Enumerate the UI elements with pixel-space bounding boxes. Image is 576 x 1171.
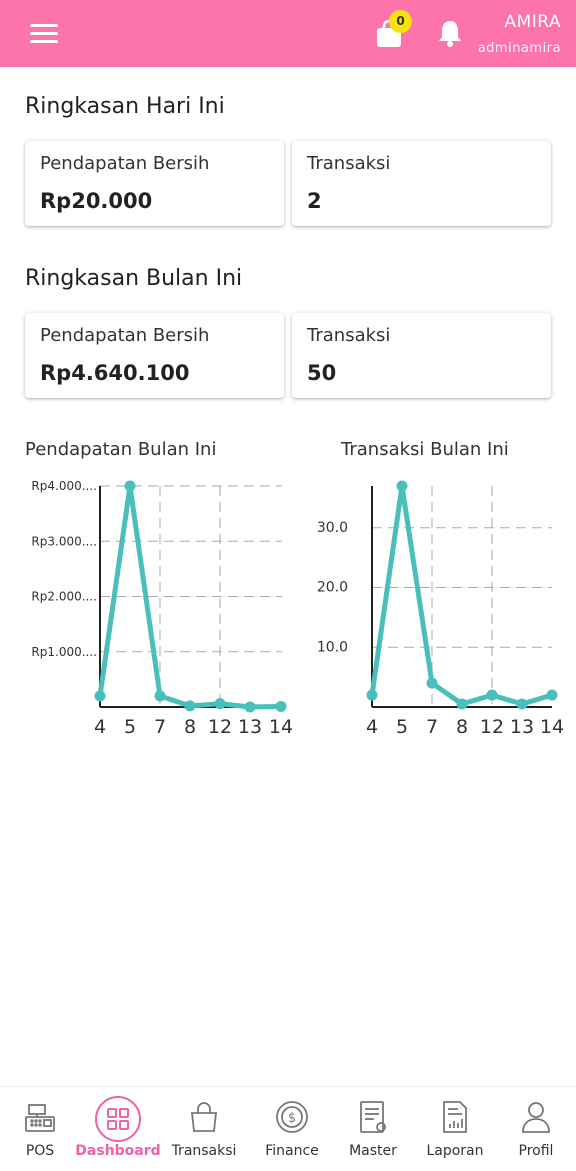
nav-item-profil[interactable]: Profil xyxy=(496,1087,576,1171)
data-point xyxy=(154,690,166,702)
data-point xyxy=(124,480,136,492)
data-point xyxy=(244,701,256,713)
y-tick-label: Rp3.000.... xyxy=(31,534,97,548)
user-icon xyxy=(496,1099,576,1135)
nav-label-transaksi: Transaksi xyxy=(171,1143,237,1159)
y-tick-label: Rp4.000.... xyxy=(31,479,97,493)
cash-register-icon xyxy=(0,1099,80,1135)
nav-item-laporan[interactable]: Laporan xyxy=(415,1087,495,1171)
y-tick-label: Rp2.000.... xyxy=(31,590,97,604)
x-tick-label: 12 xyxy=(480,716,504,738)
x-tick-label: 5 xyxy=(124,716,136,738)
nav-item-finance[interactable]: $ Finance xyxy=(252,1087,332,1171)
data-point xyxy=(486,689,498,701)
nav-item-master[interactable]: Master xyxy=(333,1087,413,1171)
x-tick-label: 7 xyxy=(154,716,166,738)
x-tick-label: 4 xyxy=(94,716,106,738)
nav-label-dashboard: Dashboard xyxy=(75,1143,161,1159)
document-gear-icon xyxy=(333,1099,413,1135)
dollar-coin-icon: $ xyxy=(252,1099,332,1135)
data-point xyxy=(426,677,438,689)
x-tick-label: 12 xyxy=(208,716,232,738)
x-tick-label: 8 xyxy=(184,716,196,738)
data-point xyxy=(516,698,528,710)
bottom-navigation: POS Dashboard Transaksi $ Finance Master… xyxy=(0,1086,576,1171)
x-tick-label: 13 xyxy=(238,716,262,738)
nav-item-dashboard[interactable]: Dashboard xyxy=(75,1087,161,1171)
data-point xyxy=(214,698,226,710)
data-point xyxy=(94,690,106,702)
nav-label-profil: Profil xyxy=(518,1143,554,1159)
y-tick-label: 30.0 xyxy=(317,520,348,536)
y-tick-label: 10.0 xyxy=(317,639,348,655)
data-point xyxy=(456,698,468,710)
data-point xyxy=(184,700,196,712)
y-tick-label: 20.0 xyxy=(317,580,348,596)
dashboard-grid-icon xyxy=(78,1095,158,1142)
x-tick-label: 5 xyxy=(396,716,408,738)
svg-text:$: $ xyxy=(288,1111,296,1126)
x-tick-label: 13 xyxy=(510,716,534,738)
data-point xyxy=(546,689,558,701)
x-tick-label: 14 xyxy=(540,716,564,738)
series-line xyxy=(369,483,553,707)
x-tick-label: 8 xyxy=(456,716,468,738)
x-tick-label: 4 xyxy=(366,716,378,738)
data-point xyxy=(275,700,287,712)
report-chart-icon xyxy=(415,1099,495,1135)
x-tick-label: 14 xyxy=(269,716,293,738)
y-tick-label: Rp1.000.... xyxy=(31,645,97,659)
x-tick-label: 7 xyxy=(426,716,438,738)
charts-area: Rp1.000.... Rp2.000.... Rp3.000.... Rp4.000… xyxy=(31,479,564,738)
data-point xyxy=(396,480,408,492)
data-point xyxy=(366,689,378,701)
shopping-bag-icon xyxy=(164,1099,244,1135)
nav-item-transaksi[interactable]: Transaksi xyxy=(164,1087,244,1171)
